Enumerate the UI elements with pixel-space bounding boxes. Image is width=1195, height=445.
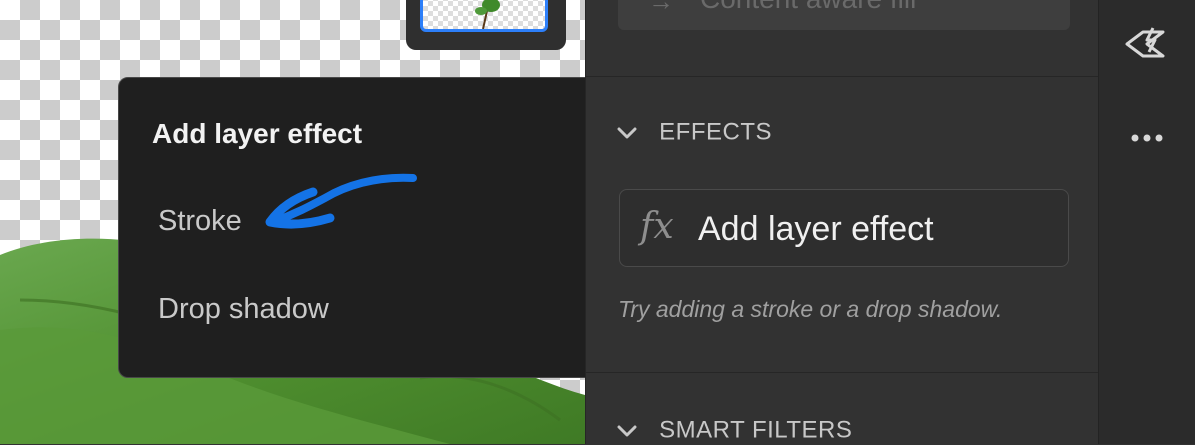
content-aware-fill-button[interactable]: → Content aware fill (618, 0, 1070, 30)
eraser-lightning-icon (1125, 27, 1165, 58)
content-aware-fill-label: Content aware fill (700, 0, 916, 14)
layer-thumbnail[interactable] (420, 0, 548, 32)
thumbnail-plant-icon (475, 0, 500, 30)
add-layer-effect-button[interactable]: fx Add layer effect (619, 189, 1069, 267)
eraser-lightning-tool[interactable] (1123, 24, 1171, 64)
fx-icon: fx (640, 206, 674, 247)
divider (586, 76, 1099, 77)
effects-hint: Try adding a stroke or a drop shadow. (618, 296, 1003, 322)
chevron-down-icon (617, 425, 637, 437)
more-button[interactable] (1123, 120, 1171, 160)
smart-filters-section-title: SMART FILTERS (659, 416, 853, 444)
popover-title: Add layer effect (152, 118, 363, 149)
right-toolbar (1098, 0, 1195, 444)
stroke-option[interactable]: Stroke (158, 205, 242, 238)
more-icon (1131, 134, 1163, 142)
add-layer-effect-label: Add layer effect (698, 210, 934, 248)
drop-shadow-option[interactable]: Drop shadow (158, 293, 329, 326)
effects-section-header[interactable]: EFFECTS (616, 118, 772, 147)
properties-panel: → Content aware fill EFFECTS fx Add laye… (585, 0, 1099, 445)
arrow-right-icon: → (648, 0, 674, 16)
smart-filters-section-header[interactable]: SMART FILTERS (616, 416, 852, 445)
divider (586, 372, 1099, 373)
chevron-down-icon (617, 127, 637, 139)
add-layer-effect-popover: Add layer effect Stroke Drop shadow (118, 77, 613, 378)
layer-thumbnail-frame[interactable] (406, 0, 566, 50)
effects-section-title: EFFECTS (659, 118, 773, 146)
